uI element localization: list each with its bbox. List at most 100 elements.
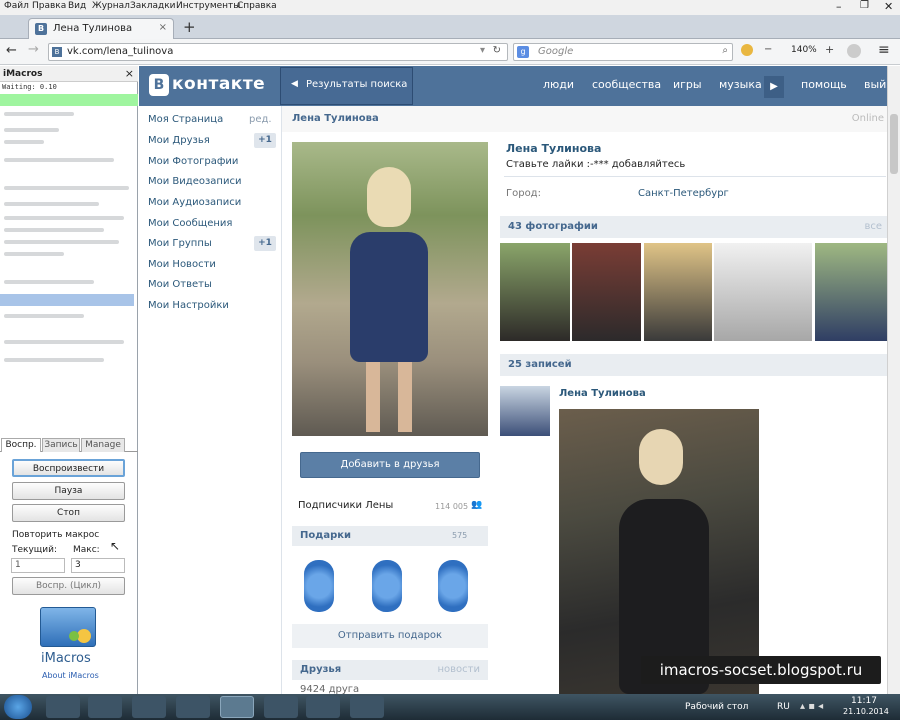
macro-tree[interactable] (0, 108, 138, 434)
play-button[interactable]: Воспроизвести (12, 459, 125, 477)
back-arrow-icon[interactable]: ← (6, 43, 17, 58)
profile-avatar-photo[interactable] (292, 142, 488, 436)
add-friend-button[interactable]: Добавить в друзья (300, 452, 480, 478)
selected-macro[interactable] (0, 294, 134, 306)
nav-my-messages[interactable]: Мои Сообщения (148, 218, 232, 229)
gifts-header[interactable]: Подарки 575 (292, 526, 488, 546)
nav-my-groups[interactable]: Мои Группы (148, 238, 212, 249)
restore-icon[interactable]: ❐ (860, 0, 869, 11)
desktop-label[interactable]: Рабочий стол (685, 702, 748, 712)
tab-close-icon[interactable]: × (159, 22, 167, 33)
sidebar-close-icon[interactable]: × (125, 67, 134, 80)
photos-header[interactable]: 43 фотографии все (500, 216, 887, 238)
tab-profile[interactable]: В Лена Тулинова × (28, 18, 174, 39)
extension-icon[interactable] (847, 44, 861, 58)
nav-my-settings[interactable]: Мои Настройки (148, 300, 229, 311)
menu-tools[interactable]: Инструменты (176, 1, 240, 11)
play-icon[interactable]: ▶ (764, 76, 784, 98)
stop-button[interactable]: Стоп (12, 504, 125, 522)
clock-time[interactable]: 11:17 (851, 696, 877, 706)
nav-my-videos[interactable]: Мои Видеозаписи (148, 176, 241, 187)
photo-thumb[interactable] (714, 243, 812, 341)
friends-news-link[interactable]: новости (438, 664, 481, 675)
taskbar-recorder-icon[interactable] (350, 696, 384, 718)
explorer-icon[interactable] (264, 696, 298, 718)
city-value[interactable]: Санкт-Петербург (638, 188, 729, 199)
hamburger-menu-icon[interactable]: ≡ (878, 42, 890, 58)
subscribers-label[interactable]: Подписчики Лены (298, 500, 393, 511)
nav-my-answers[interactable]: Мои Ответы (148, 279, 212, 290)
taskbar-notes-icon[interactable] (306, 696, 340, 718)
nav-music[interactable]: музыка (719, 78, 762, 91)
menu-view[interactable]: Вид (68, 1, 86, 11)
tab-play[interactable]: Воспр. (1, 438, 41, 452)
friends-count-badge: +1 (254, 133, 276, 148)
pause-button[interactable]: Пауза (12, 482, 125, 500)
nav-my-page[interactable]: Моя Страница (148, 114, 223, 125)
bookmark-dropdown-icon[interactable]: ▾ (480, 45, 485, 56)
menu-history[interactable]: Журнал (92, 1, 130, 11)
menu-help[interactable]: Справка (237, 1, 277, 11)
zoom-in-icon[interactable]: + (825, 43, 834, 56)
gift-snowman-icon[interactable] (438, 560, 468, 612)
tab-manage[interactable]: Manage (81, 438, 125, 452)
tab-record[interactable]: Запись (42, 438, 80, 452)
gift-snowman-icon[interactable] (304, 560, 334, 612)
taskbar-font-icon[interactable] (88, 696, 122, 718)
vertical-scrollbar[interactable] (887, 66, 900, 694)
send-gift-button[interactable]: Отправить подарок (292, 624, 488, 648)
language-indicator[interactable]: RU (777, 702, 790, 712)
max-input[interactable]: 3 (71, 558, 125, 573)
addon-icon[interactable] (741, 44, 753, 56)
new-tab-button[interactable]: + (183, 18, 196, 36)
profile-status[interactable]: Ставьте лайки :-*** добавляйтесь (506, 159, 685, 170)
nav-people[interactable]: люди (543, 78, 574, 91)
taskbar-files-icon[interactable] (46, 696, 80, 718)
menu-edit[interactable]: Правка (32, 1, 66, 11)
nav-my-friends[interactable]: Мои Друзья (148, 135, 210, 146)
search-icon[interactable]: ⌕ (722, 45, 728, 56)
firefox-icon[interactable] (220, 696, 254, 718)
nav-my-news[interactable]: Мои Новости (148, 259, 216, 270)
current-input[interactable]: 1 (11, 558, 65, 573)
post-photo[interactable] (559, 409, 759, 694)
nav-logout[interactable]: вый (864, 78, 886, 91)
minimize-icon[interactable]: – (836, 0, 842, 13)
friends-header[interactable]: Друзья новости (292, 660, 488, 680)
start-button-icon[interactable] (4, 695, 32, 719)
clock-date[interactable]: 21.10.2014 (843, 707, 889, 716)
play-loop-button[interactable]: Воспр. (Цикл) (12, 577, 125, 595)
scroll-thumb[interactable] (890, 114, 898, 174)
photo-thumb[interactable] (815, 243, 887, 341)
post-author-name[interactable]: Лена Тулинова (559, 388, 646, 399)
posts-header[interactable]: 25 записей (500, 354, 887, 376)
photo-thumb[interactable] (644, 243, 712, 341)
search-bar[interactable]: g Google ⌕ (513, 43, 733, 61)
taskbar-app-icon[interactable] (132, 696, 166, 718)
nav-my-audio[interactable]: Мои Аудиозаписи (148, 197, 241, 208)
photo-thumb[interactable] (500, 243, 570, 341)
photo-thumb[interactable] (572, 243, 641, 341)
reload-icon[interactable]: ↻ (493, 45, 501, 56)
nav-communities[interactable]: сообщества (592, 78, 661, 91)
vk-logo[interactable]: контакте (172, 74, 265, 94)
search-engine-icon[interactable]: g (517, 46, 529, 58)
window-close-icon[interactable]: ✕ (884, 0, 893, 13)
back-to-results-button[interactable]: ◀ Результаты поиска (280, 67, 413, 105)
photos-all-link[interactable]: все (864, 221, 882, 232)
nav-my-photos[interactable]: Мои Фотографии (148, 156, 238, 167)
menu-bookmarks[interactable]: Закладки (130, 1, 176, 11)
tab-title: Лена Тулинова (53, 23, 133, 34)
zoom-out-icon[interactable]: − (764, 44, 772, 55)
menu-file[interactable]: Файл (4, 1, 29, 11)
url-bar[interactable]: В vk.com/lena_tulinova ▾ ↻ (48, 43, 508, 61)
about-imacros-link[interactable]: About iMacros (42, 671, 99, 680)
forward-arrow-icon[interactable]: → (28, 42, 39, 57)
nav-help[interactable]: помощь (801, 78, 847, 91)
gift-snowman-icon[interactable] (372, 560, 402, 612)
chrome-icon[interactable] (176, 696, 210, 718)
nav-games[interactable]: игры (673, 78, 702, 91)
post-author-avatar[interactable] (500, 386, 550, 436)
edit-link[interactable]: ред. (249, 114, 272, 125)
tray-icons[interactable]: ▴ ▪ ◂ (800, 701, 823, 712)
